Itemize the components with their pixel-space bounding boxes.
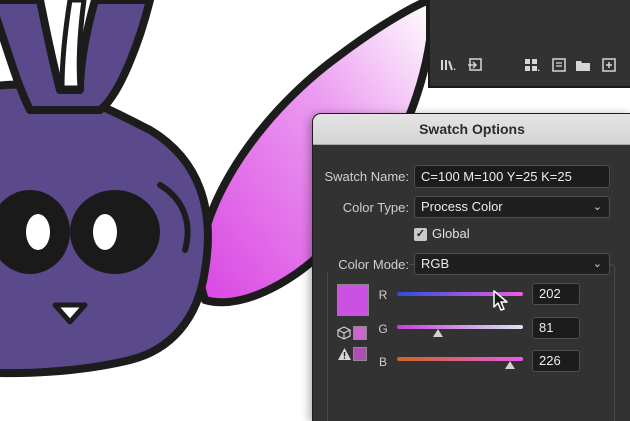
green-label: G	[378, 322, 388, 336]
new-swatch-icon[interactable]	[600, 58, 618, 74]
swatch-options-dialog: Swatch Options Swatch Name: C=100 M=100 …	[312, 113, 630, 421]
green-value-field[interactable]: 81	[532, 317, 580, 339]
dialog-title: Swatch Options	[313, 114, 630, 145]
red-label: R	[378, 288, 388, 302]
new-color-group-icon[interactable]	[574, 58, 592, 74]
swatch-libraries-icon[interactable]	[440, 58, 458, 74]
warning-icon[interactable]	[337, 347, 352, 366]
green-slider-track[interactable]	[397, 325, 523, 329]
out-of-web-color-icon[interactable]	[337, 326, 351, 345]
eye-highlight-right	[93, 214, 117, 250]
show-swatch-kinds-icon[interactable]	[524, 58, 542, 74]
mouse-pointer-icon	[493, 290, 508, 311]
red-value-field[interactable]: 202	[532, 283, 580, 305]
swatch-name-field[interactable]: C=100 M=100 Y=25 K=25	[414, 165, 610, 188]
web-safe-swatch[interactable]	[353, 326, 367, 340]
global-label: Global	[432, 226, 470, 241]
bunny-inner-ear	[59, 0, 87, 91]
swatches-panel-toolbar	[430, 56, 630, 78]
blue-label: B	[378, 355, 387, 369]
color-mode-value: RGB	[421, 256, 450, 271]
chevron-down-icon: ⌄	[592, 258, 602, 270]
color-type-label: Color Type:	[342, 200, 409, 215]
swatch-options-icon[interactable]	[550, 58, 568, 74]
color-type-value: Process Color	[421, 199, 503, 214]
blue-slider-thumb[interactable]	[505, 361, 515, 369]
green-slider-thumb[interactable]	[433, 329, 443, 337]
gamut-swatch[interactable]	[353, 347, 367, 361]
swatch-name-label: Swatch Name:	[324, 169, 409, 184]
global-checkbox[interactable]: ✓	[414, 228, 427, 241]
color-type-select[interactable]: Process Color ⌄	[414, 196, 610, 218]
color-preview-swatch	[337, 284, 369, 316]
color-mode-label: Color Mode:	[313, 257, 409, 272]
eye-highlight-left	[26, 214, 50, 250]
place-swatches-icon[interactable]	[466, 58, 484, 74]
swatches-panel	[428, 0, 630, 88]
color-mode-select[interactable]: RGB ⌄	[414, 253, 610, 275]
chevron-down-icon: ⌄	[592, 201, 602, 213]
blue-value-field[interactable]: 226	[532, 350, 580, 372]
